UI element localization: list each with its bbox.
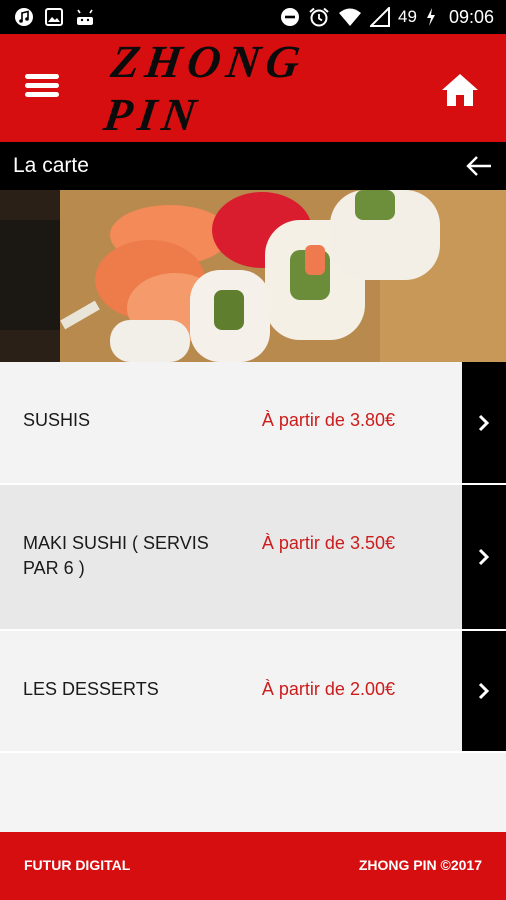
chevron-right-icon[interactable] — [462, 631, 506, 751]
wifi-icon — [338, 7, 362, 27]
footer: FUTUR DIGITAL ZHONG PIN ©2017 — [0, 832, 506, 900]
category-price: À partir de 3.80€ — [261, 410, 395, 430]
dnd-icon — [280, 7, 300, 27]
signal-icon — [370, 7, 391, 27]
hero-sushi-image — [0, 190, 506, 362]
category-price: À partir de 3.50€ — [261, 533, 395, 553]
chevron-right-icon[interactable] — [462, 362, 506, 483]
arrow-left-icon[interactable] — [466, 154, 492, 178]
category-cell[interactable]: SUSHIS À partir de 3.80€ — [0, 362, 462, 483]
battery-charging-icon — [425, 7, 437, 27]
section-header: La carte — [0, 142, 506, 190]
clock: 09:06 — [448, 6, 494, 27]
battery-level: 49 — [398, 7, 417, 26]
category-list: SUSHIS À partir de 3.80€ MAKI SUSHI ( SE… — [0, 362, 506, 753]
footer-credit-link[interactable]: FUTUR DIGITAL — [24, 857, 130, 873]
footer-copyright: ZHONG PIN ©2017 — [358, 857, 482, 873]
android-icon — [74, 7, 96, 27]
alarm-icon — [308, 6, 330, 28]
category-name: SUSHIS — [23, 410, 91, 430]
home-icon[interactable] — [440, 72, 480, 108]
music-icon — [14, 7, 34, 27]
status-bar: 49 09:06 — [0, 0, 506, 34]
list-item[interactable]: SUSHIS À partir de 3.80€ — [0, 362, 506, 485]
app-logo: ZHONG PIN — [100, 36, 309, 140]
category-name: MAKI SUSHI ( SERVIS PAR 6 ) — [23, 533, 209, 578]
hamburger-menu-icon[interactable] — [20, 70, 68, 110]
app-bar: ZHONG PIN — [0, 34, 506, 142]
category-name: LES DESSERTS — [23, 679, 159, 699]
page-title: La carte — [13, 154, 89, 177]
category-cell[interactable]: MAKI SUSHI ( SERVIS PAR 6 ) À partir de … — [0, 485, 462, 629]
category-cell[interactable]: LES DESSERTS À partir de 2.00€ — [0, 631, 462, 751]
list-item[interactable]: MAKI SUSHI ( SERVIS PAR 6 ) À partir de … — [0, 485, 506, 631]
image-icon — [44, 7, 64, 27]
list-item[interactable]: LES DESSERTS À partir de 2.00€ — [0, 631, 506, 753]
chevron-right-icon[interactable] — [462, 485, 506, 629]
category-price: À partir de 2.00€ — [261, 679, 395, 699]
